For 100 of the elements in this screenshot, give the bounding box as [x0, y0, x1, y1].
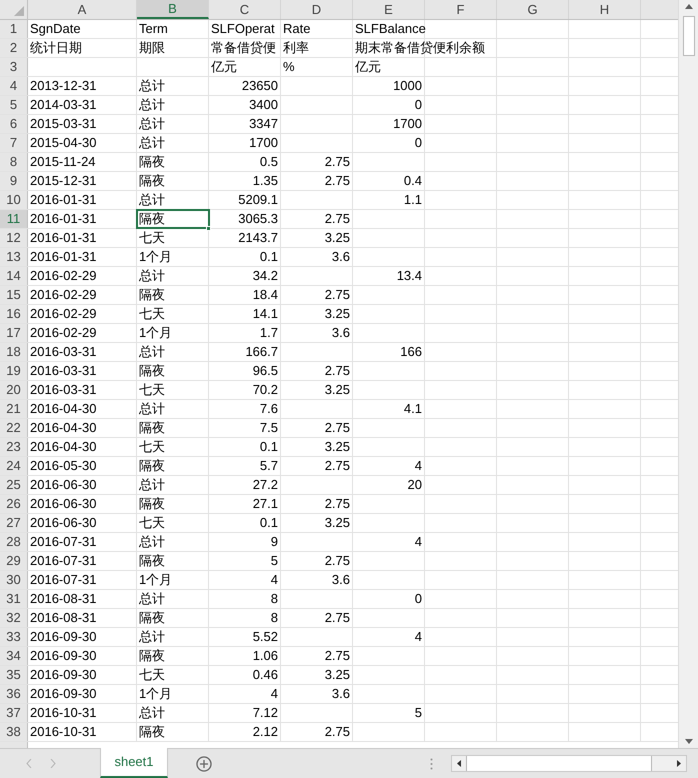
- row-header[interactable]: 5: [0, 96, 28, 114]
- table-cell-text: 1个月: [138, 324, 174, 342]
- add-sheet-icon[interactable]: [196, 756, 212, 772]
- table-cell-text: 2.75: [324, 723, 351, 741]
- row-header[interactable]: 26: [0, 495, 28, 513]
- row-header[interactable]: 14: [0, 267, 28, 285]
- table-cell-text: 2.75: [324, 457, 351, 475]
- table-cell-text: 总计: [138, 343, 166, 361]
- table-cell-text: 2016-09-30: [29, 628, 98, 646]
- row-header[interactable]: 38: [0, 723, 28, 741]
- row-header[interactable]: 34: [0, 647, 28, 665]
- scroll-down-icon[interactable]: [684, 738, 694, 746]
- table-cell-text: 1700: [248, 134, 279, 152]
- fill-handle[interactable]: [206, 226, 211, 231]
- previous-sheet-icon[interactable]: [26, 759, 32, 768]
- scroll-up-icon[interactable]: [684, 2, 694, 10]
- row-header[interactable]: 35: [0, 666, 28, 684]
- row-header[interactable]: 37: [0, 704, 28, 722]
- column-header[interactable]: H: [569, 0, 641, 19]
- next-sheet-icon[interactable]: [50, 759, 56, 768]
- table-cell-text: 隔夜: [138, 172, 166, 190]
- row-header[interactable]: 27: [0, 514, 28, 532]
- row-header[interactable]: 22: [0, 419, 28, 437]
- row-header[interactable]: 6: [0, 115, 28, 133]
- table-cell-text: 0.4: [402, 172, 423, 190]
- row-header[interactable]: 2: [0, 39, 28, 57]
- table-cell-text: 2016-05-30: [29, 457, 98, 475]
- table-cell-text: 总计: [138, 476, 166, 494]
- table-cell-text: 27.1: [252, 495, 279, 513]
- table-cell-text: SLFOperat: [210, 20, 276, 38]
- table-cell-text: 总计: [138, 704, 166, 722]
- row-header[interactable]: 12: [0, 229, 28, 247]
- horizontal-scrollbar[interactable]: [451, 755, 687, 772]
- row-header[interactable]: 3: [0, 58, 28, 76]
- vertical-scrollbar[interactable]: [678, 0, 698, 748]
- row-header[interactable]: 31: [0, 590, 28, 608]
- table-cell-text: 7.5: [258, 419, 279, 437]
- table-cell-text: 常备借贷便: [210, 39, 277, 57]
- table-cell-text: 2016-07-31: [29, 571, 98, 589]
- row-header[interactable]: 29: [0, 552, 28, 570]
- table-cell-text: 2015-03-31: [29, 115, 98, 133]
- table-cell-text: 总计: [138, 96, 166, 114]
- row-header[interactable]: 7: [0, 134, 28, 152]
- column-header[interactable]: G: [497, 0, 569, 19]
- row-header[interactable]: 21: [0, 400, 28, 418]
- table-cell-text: 1个月: [138, 248, 174, 266]
- table-cell-text: 2016-03-31: [29, 343, 98, 361]
- row-header[interactable]: 24: [0, 457, 28, 475]
- table-cell-text: 2016-03-31: [29, 381, 98, 399]
- table-cell-text: 7.12: [252, 704, 279, 722]
- table-cell-text: 2013-12-31: [29, 77, 98, 95]
- row-header[interactable]: 11: [0, 210, 28, 228]
- column-header[interactable]: E: [353, 0, 425, 19]
- column-header[interactable]: F: [425, 0, 497, 19]
- table-cell-text: 0.1: [258, 248, 279, 266]
- table-cell-text: 2016-02-29: [29, 286, 98, 304]
- table-cell-text: 4: [414, 533, 423, 551]
- table-cell-text: 2016-06-30: [29, 476, 98, 494]
- row-header[interactable]: 17: [0, 324, 28, 342]
- row-header[interactable]: 15: [0, 286, 28, 304]
- table-cell-text: 2016-06-30: [29, 495, 98, 513]
- row-header[interactable]: 36: [0, 685, 28, 703]
- table-cell-text: 4: [270, 571, 279, 589]
- drag-handle-icon[interactable]: [430, 758, 433, 770]
- column-header[interactable]: D: [281, 0, 353, 19]
- scrollbar-thumb[interactable]: [682, 16, 694, 56]
- row-header[interactable]: 10: [0, 191, 28, 209]
- table-cell-text: 七天: [138, 229, 166, 247]
- row-header[interactable]: 32: [0, 609, 28, 627]
- table-cell-text: 2016-02-29: [29, 267, 98, 285]
- row-header[interactable]: 28: [0, 533, 28, 551]
- table-cell-text: 1.06: [252, 647, 279, 665]
- row-header[interactable]: 19: [0, 362, 28, 380]
- row-header[interactable]: 33: [0, 628, 28, 646]
- row-header[interactable]: 8: [0, 153, 28, 171]
- row-header[interactable]: 9: [0, 172, 28, 190]
- table-cell-text: 隔夜: [138, 419, 166, 437]
- table-cell-text: 2016-08-31: [29, 590, 98, 608]
- row-header[interactable]: 30: [0, 571, 28, 589]
- table-cell-text: 2016-02-29: [29, 305, 98, 323]
- table-cell-text: 总计: [138, 400, 166, 418]
- row-header[interactable]: 1: [0, 20, 28, 38]
- column-header[interactable]: C: [209, 0, 281, 19]
- scrollbar-thumb[interactable]: [466, 756, 652, 771]
- row-header[interactable]: 20: [0, 381, 28, 399]
- row-header[interactable]: 25: [0, 476, 28, 494]
- row-header[interactable]: 13: [0, 248, 28, 266]
- row-header[interactable]: 4: [0, 77, 28, 95]
- table-cell-text: 2.75: [324, 647, 351, 665]
- row-header[interactable]: 23: [0, 438, 28, 456]
- row-header[interactable]: 18: [0, 343, 28, 361]
- table-cell-text: 34.2: [252, 267, 279, 285]
- table-cell-text: 总计: [138, 533, 166, 551]
- column-header[interactable]: B: [137, 0, 209, 19]
- sheet-tab[interactable]: sheet1: [100, 748, 168, 778]
- row-header[interactable]: 16: [0, 305, 28, 323]
- table-cell-text: 期末常备借贷便利余额: [354, 39, 486, 57]
- table-cell-text: 2015-11-24: [29, 153, 97, 171]
- table-cell-text: 3.25: [324, 229, 351, 247]
- table-cell-text: 七天: [138, 438, 166, 456]
